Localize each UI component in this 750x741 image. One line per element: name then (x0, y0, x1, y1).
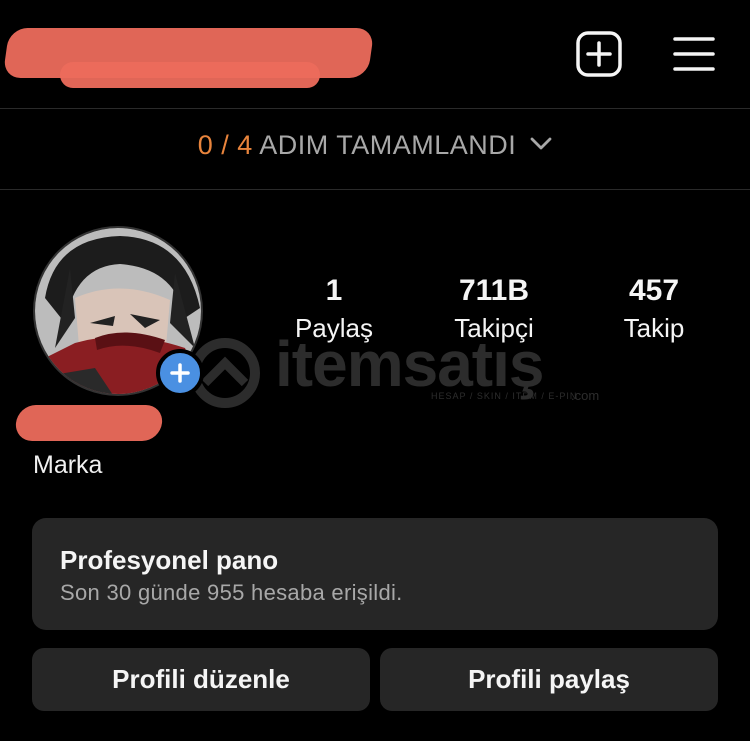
redacted-display-name (14, 405, 164, 441)
edit-profile-button[interactable]: Profili düzenle (32, 648, 370, 711)
stat-followers-label: Takipçi (454, 313, 534, 343)
header-divider (0, 108, 750, 109)
steps-progress: 0 / 4 (197, 130, 253, 160)
banner-divider (0, 189, 750, 190)
stat-posts[interactable]: 1 Paylaş (254, 274, 414, 348)
professional-dashboard-title: Profesyonel pano (60, 545, 279, 575)
plus-square-icon[interactable] (576, 31, 622, 82)
stat-followers[interactable]: 711B Takipçi (414, 274, 574, 348)
professional-dashboard-card[interactable]: Profesyonel pano Son 30 günde 955 hesaba… (32, 518, 718, 630)
stat-followers-value: 711B (458, 274, 530, 307)
stat-posts-label: Paylaş (294, 313, 374, 343)
watermark-subtext: HESAP / SKIN / ITEM / E-PIN (431, 391, 578, 401)
watermark-suffix: .com (571, 388, 600, 403)
redacted-username-streak (60, 62, 320, 88)
steps-banner[interactable]: 0 / 4 ADIM TAMAMLANDI (0, 130, 750, 161)
steps-label: ADIM TAMAMLANDI (259, 130, 517, 160)
chevron-down-icon (530, 137, 552, 150)
hamburger-menu-icon[interactable] (673, 36, 715, 77)
share-profile-button[interactable]: Profili paylaş (380, 648, 718, 711)
plus-icon (170, 363, 190, 383)
stat-following-label: Takip (623, 313, 685, 343)
stat-posts-value: 1 (325, 274, 343, 307)
add-story-button[interactable] (156, 349, 204, 397)
stat-following[interactable]: 457 Takip (574, 274, 734, 348)
professional-dashboard-subtitle: Son 30 günde 955 hesaba erişildi. (60, 580, 403, 605)
profile-category: Marka (33, 451, 103, 479)
stat-following-value: 457 (628, 274, 680, 307)
